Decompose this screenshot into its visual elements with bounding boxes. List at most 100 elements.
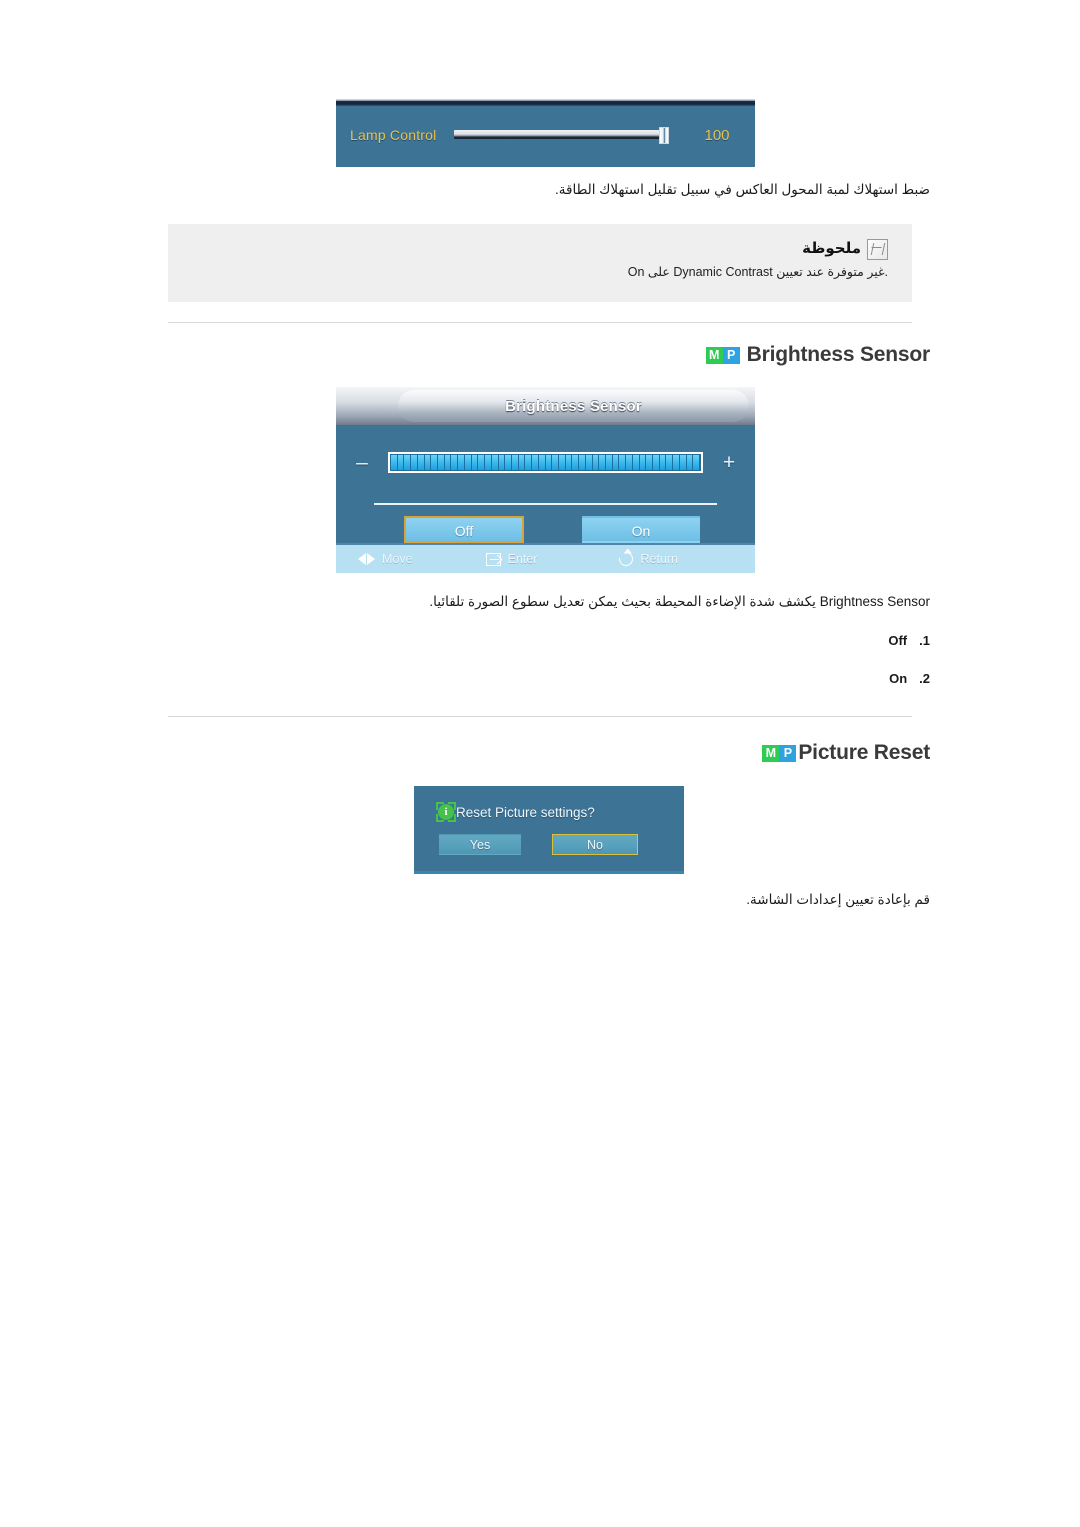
list-item-number: 2. — [919, 671, 930, 686]
slider-segment — [538, 454, 545, 470]
info-icon: i — [436, 802, 456, 822]
picture-reset-message: Reset Picture settings? — [456, 804, 595, 820]
move-arrows-icon — [358, 552, 375, 566]
slider-segment — [612, 454, 619, 470]
badge-p-icon: P — [779, 744, 797, 762]
slider-segment — [579, 454, 585, 470]
slider-segment — [404, 454, 411, 470]
osd-body: – + Off On — [336, 425, 755, 543]
brightness-on-button[interactable]: On — [582, 515, 700, 543]
section-divider-1 — [168, 322, 912, 323]
lamp-control-caption: ضبط استهلاك لمبة المحول العاكس في سبيل ت… — [555, 182, 930, 197]
lamp-control-slider[interactable] — [454, 127, 673, 144]
footer-enter[interactable]: Enter — [485, 552, 538, 566]
slider-segment — [693, 454, 700, 470]
slider-segment — [639, 454, 646, 470]
slider-segment — [619, 454, 626, 470]
slider-segment — [532, 454, 538, 470]
list-item-label: Off — [888, 633, 908, 648]
section-title-text: Picture Reset — [798, 741, 930, 764]
slider-segment — [505, 454, 511, 470]
osd-top-bar — [336, 99, 755, 106]
badge-m-icon: M — [705, 346, 723, 364]
slider-segment — [451, 454, 458, 470]
picture-reset-message-row: i Reset Picture settings? — [414, 799, 684, 825]
lamp-slider-handle[interactable] — [659, 127, 669, 144]
lamp-slider-track — [454, 130, 663, 139]
slider-segment — [417, 454, 424, 470]
slider-segment — [458, 454, 464, 470]
slider-segment — [424, 454, 431, 470]
plus-icon[interactable]: + — [703, 452, 755, 473]
lamp-control-value: 100 — [704, 126, 730, 144]
section-heading-picture-reset: M P Picture Reset — [762, 741, 930, 765]
slider-segment — [666, 454, 673, 470]
picture-reset-no-button[interactable]: No — [552, 833, 638, 855]
slider-segment — [471, 454, 478, 470]
section-divider-2 — [168, 716, 912, 717]
brightness-slider-bar[interactable] — [388, 451, 703, 473]
osd-title-bar: Brightness Sensor — [336, 387, 755, 425]
osd-inner-divider — [374, 503, 717, 505]
slider-segment — [444, 454, 451, 470]
slider-segment — [626, 454, 632, 470]
slider-segment — [558, 454, 565, 470]
slider-segment — [673, 454, 679, 470]
slider-segment — [545, 454, 552, 470]
slider-segment — [646, 454, 653, 470]
note-pencil-icon — [867, 238, 888, 260]
list-item: 2. On — [888, 660, 930, 698]
mp-badge: M P — [762, 744, 797, 762]
note-title-text: ملحوظة — [802, 240, 861, 257]
slider-segment — [592, 454, 599, 470]
lamp-control-label: Lamp Control — [350, 127, 437, 143]
lamp-control-row: Lamp Control 100 — [336, 113, 755, 157]
slider-segment — [391, 454, 397, 470]
slider-segment — [431, 454, 438, 470]
list-item: 1. Off — [888, 622, 930, 660]
osd-title-pill: Brightness Sensor — [398, 390, 749, 422]
osd-footer: Move Enter Return — [336, 543, 755, 573]
slider-segment — [572, 454, 579, 470]
picture-reset-buttons: Yes No — [414, 833, 684, 855]
footer-return[interactable]: Return — [616, 549, 678, 569]
footer-move[interactable]: Move — [358, 552, 413, 566]
note-body-text: .غير متوفرة عند تعيين Dynamic Contrast ع… — [627, 265, 888, 279]
footer-move-label: Move — [382, 552, 413, 566]
badge-m-icon: M — [762, 744, 780, 762]
slider-segment — [498, 454, 505, 470]
slider-segment — [632, 454, 639, 470]
section-title-text: Brightness Sensor — [746, 343, 931, 366]
brightness-sensor-osd: Brightness Sensor – + Off On Move Enter — [336, 387, 755, 573]
slider-segment — [464, 454, 471, 470]
slider-segment — [686, 454, 693, 470]
list-item-label: On — [889, 671, 908, 686]
slider-segment — [397, 454, 404, 470]
footer-return-label: Return — [640, 552, 678, 566]
slider-segment — [679, 454, 686, 470]
picture-reset-yes-button[interactable]: Yes — [439, 833, 521, 855]
slider-segment — [411, 454, 417, 470]
osd-title-text: Brightness Sensor — [505, 397, 642, 415]
return-arrow-icon — [616, 549, 637, 569]
enter-key-icon — [485, 552, 501, 566]
slider-segment — [478, 454, 485, 470]
slider-segment — [525, 454, 532, 470]
slider-segment — [552, 454, 558, 470]
slider-segment — [606, 454, 612, 470]
minus-icon[interactable]: – — [336, 452, 388, 473]
note-title-row: ملحوظة — [192, 238, 888, 260]
slider-segment — [565, 454, 572, 470]
note-box: ملحوظة .غير متوفرة عند تعيين Dynamic Con… — [168, 224, 912, 302]
picture-reset-caption: قم بإعادة تعيين إعدادات الشاشة. — [746, 892, 930, 907]
badge-p-icon: P — [722, 346, 740, 364]
slider-segment — [518, 454, 525, 470]
mp-badge: M P — [705, 346, 740, 364]
brightness-sensor-option-list: 1. Off 2. On — [888, 622, 930, 698]
brightness-sensor-buttons: Off On — [336, 515, 755, 543]
footer-enter-label: Enter — [507, 552, 538, 566]
list-item-number: 1. — [919, 633, 930, 648]
slider-segment — [511, 454, 518, 470]
brightness-off-button[interactable]: Off — [404, 515, 524, 543]
slider-segment — [485, 454, 491, 470]
